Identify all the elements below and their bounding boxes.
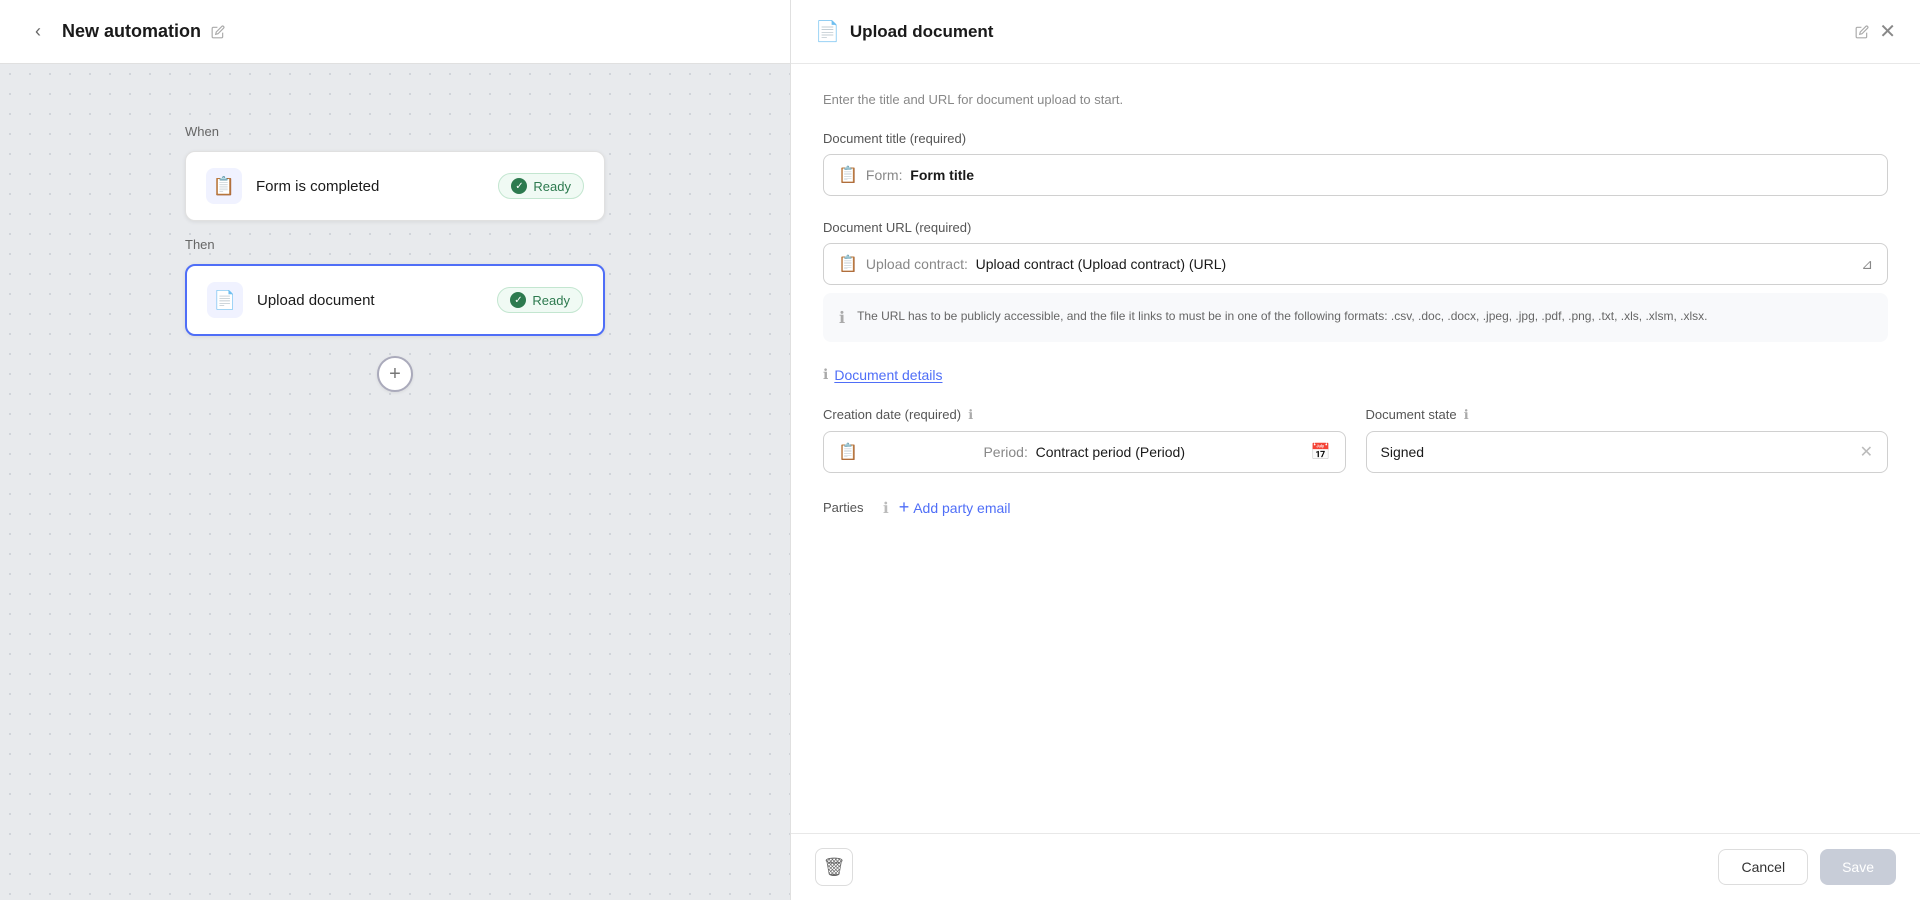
action-card-icon: 📄 — [207, 282, 243, 318]
back-button[interactable]: ‹ — [24, 18, 52, 46]
delete-button[interactable]: 🗑 — [815, 848, 853, 886]
action-card-title: Upload document — [257, 292, 483, 309]
document-url-field-group: Document URL (required) 📋 Upload contrac… — [823, 220, 1888, 342]
document-title-icon: 📋 — [838, 165, 858, 185]
panel-subtitle: Enter the title and URL for document upl… — [823, 92, 1888, 107]
document-url-label: Document URL (required) — [823, 220, 1888, 235]
right-panel-header: 📄 Upload document ✕ — [791, 0, 1920, 64]
document-state-select[interactable]: Signed ✕ — [1366, 431, 1889, 473]
add-party-label: Add party email — [913, 500, 1010, 516]
trigger-card[interactable]: 📋 Form is completed ✓ Ready — [185, 151, 605, 221]
edit-action-button[interactable] — [1855, 25, 1869, 39]
trigger-card-icon: 📋 — [206, 168, 242, 204]
trigger-badge-label: Ready — [533, 179, 571, 194]
creation-date-label: Creation date (required) ℹ — [823, 407, 1346, 423]
creation-date-input[interactable]: 📋 Period: Contract period (Period) 📅 — [823, 431, 1346, 473]
right-panel: 📄 Upload document ✕ Enter the title and … — [790, 0, 1920, 900]
right-panel-footer: 🗑 Cancel Save — [791, 833, 1920, 900]
trigger-card-title: Form is completed — [256, 178, 484, 195]
parties-info-button[interactable]: ℹ — [883, 499, 889, 517]
action-card[interactable]: 📄 Upload document ✓ Ready — [185, 264, 605, 336]
edit-title-button[interactable] — [211, 25, 225, 39]
then-label: Then — [185, 237, 605, 252]
add-party-button[interactable]: + Add party email — [899, 497, 1011, 518]
left-header: ‹ New automation — [0, 0, 790, 64]
add-party-icon: + — [899, 497, 910, 518]
document-state-label: Document state ℹ — [1366, 407, 1889, 423]
panel-header-title: Upload document — [850, 22, 1845, 42]
action-check-icon: ✓ — [510, 292, 526, 308]
url-info-box: ℹ The URL has to be publicly accessible,… — [823, 293, 1888, 342]
ready-check-icon: ✓ — [511, 178, 527, 194]
document-title-input[interactable]: 📋 Form: Form title — [823, 154, 1888, 196]
details-fields: Creation date (required) ℹ 📋 Period: Con… — [823, 407, 1888, 473]
info-toggle-icon: ℹ — [823, 366, 828, 383]
document-state-field-group: Document state ℹ Signed ✕ — [1366, 407, 1889, 473]
parties-row: Parties ℹ + Add party email — [823, 497, 1888, 518]
footer-actions: Cancel Save — [1718, 849, 1896, 885]
url-info-text: The URL has to be publicly accessible, a… — [857, 307, 1707, 326]
document-title-field-group: Document title (required) 📋 Form: Form t… — [823, 131, 1888, 196]
save-button[interactable]: Save — [1820, 849, 1896, 885]
when-label: When — [185, 124, 605, 139]
document-details-toggle[interactable]: ℹ Document details — [823, 366, 1888, 383]
automation-flow: When 📋 Form is completed ✓ Ready Then 📄 … — [185, 124, 605, 392]
document-title-label: Document title (required) — [823, 131, 1888, 146]
document-url-icon: 📋 — [838, 254, 858, 274]
creation-date-info-icon: ℹ — [968, 407, 973, 422]
action-ready-badge: ✓ Ready — [497, 287, 583, 313]
calendar-icon: 📅 — [1311, 442, 1331, 462]
info-circle-icon: ℹ — [839, 308, 845, 328]
panel-header-icon: 📄 — [815, 19, 840, 44]
left-panel: ‹ New automation When 📋 Form is complete… — [0, 0, 790, 900]
automation-canvas: When 📋 Form is completed ✓ Ready Then 📄 … — [0, 64, 790, 900]
document-url-input[interactable]: 📋 Upload contract: Upload contract (Uplo… — [823, 243, 1888, 285]
close-panel-button[interactable]: ✕ — [1879, 19, 1896, 44]
page-title: New automation — [62, 21, 201, 42]
parties-label: Parties — [823, 500, 873, 515]
action-badge-label: Ready — [532, 293, 570, 308]
creation-date-icon: 📋 — [838, 442, 858, 462]
document-url-value: Upload contract: Upload contract (Upload… — [866, 256, 1226, 272]
right-panel-body: Enter the title and URL for document upl… — [791, 64, 1920, 833]
clear-state-icon[interactable]: ✕ — [1860, 442, 1873, 462]
cancel-button[interactable]: Cancel — [1718, 849, 1808, 885]
document-title-value: Form: Form title — [866, 167, 974, 183]
creation-date-value: Period: Contract period (Period) — [983, 444, 1185, 460]
document-state-info-icon: ℹ — [1464, 407, 1469, 422]
filter-icon: ⊿ — [1861, 256, 1873, 273]
document-state-value: Signed — [1381, 444, 1425, 460]
creation-date-field-group: Creation date (required) ℹ 📋 Period: Con… — [823, 407, 1346, 473]
add-step-button[interactable]: + — [377, 356, 413, 392]
trigger-ready-badge: ✓ Ready — [498, 173, 584, 199]
document-details-label: Document details — [834, 367, 942, 383]
